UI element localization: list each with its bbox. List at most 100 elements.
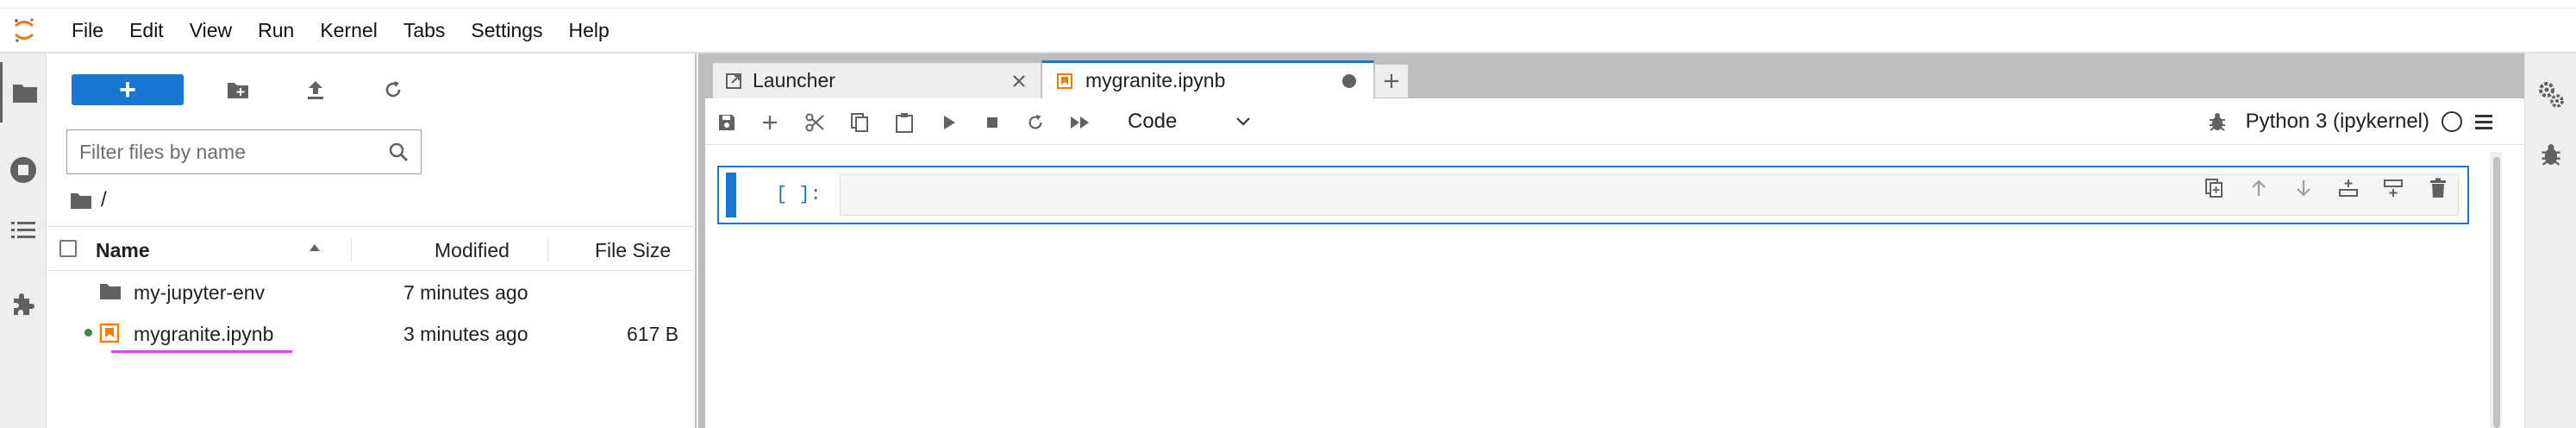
property-inspector-tab[interactable] [2525,64,2576,124]
code-cell[interactable]: [ ]: [717,166,2469,224]
tab-label: mygranite.ipynb [1085,69,1226,91]
file-browser-tab[interactable] [0,62,47,123]
notebook-icon [99,323,120,343]
insert-cell-above-button[interactable] [2326,173,2371,204]
jupyter-logo-icon [0,8,48,53]
restart-kernel-button[interactable] [1022,110,1048,135]
file-listing-header: Name Modified File Size [47,226,697,271]
scrollbar-thumb[interactable] [2493,157,2500,428]
new-tab-button[interactable] [1374,64,1409,98]
cell-collapser[interactable] [726,173,736,217]
refresh-button[interactable] [372,74,415,105]
tab-label: Launcher [753,69,835,91]
file-name: my-jupyter-env [134,281,266,304]
new-folder-button[interactable] [216,74,259,105]
duplicate-cell-button[interactable] [2191,173,2236,204]
column-divider [351,237,352,261]
menu-help[interactable]: Help [556,8,622,53]
save-icon [719,115,735,130]
copy-icon [851,113,868,132]
new-launcher-button[interactable]: + [72,73,184,106]
plus-icon [1385,74,1398,88]
menu-run[interactable]: Run [245,8,307,53]
restart-run-all-button[interactable] [1067,110,1093,135]
refresh-icon [385,81,401,98]
add-below-icon [2384,179,2403,197]
cell-type-value: Code [1128,110,1178,133]
running-indicator [84,329,92,337]
close-icon[interactable] [1011,73,1027,89]
move-cell-down-button[interactable] [2281,173,2326,204]
extension-manager-tab[interactable] [0,274,47,335]
file-modified: 7 minutes ago [403,281,528,304]
delete-cell-button[interactable] [2416,173,2460,204]
column-divider [547,237,548,261]
new-folder-icon [228,83,248,98]
column-header-name[interactable]: Name [96,239,150,262]
interrupt-kernel-button[interactable] [979,110,1005,135]
folder-icon[interactable] [70,191,92,210]
column-header-modified[interactable]: Modified [435,239,510,262]
tab-mygranite-notebook[interactable]: mygranite.ipynb [1041,60,1374,98]
cut-cell-button[interactable] [802,110,828,135]
kernel-status-area: Python 3 (ipykernel) [2208,110,2493,134]
cell-type-dropdown[interactable]: Code [1128,110,1251,134]
insert-cell-below-button[interactable] [2371,173,2416,204]
menu-settings[interactable]: Settings [458,8,555,53]
kernel-name[interactable]: Python 3 (ipykernel) [2246,110,2429,134]
move-cell-up-button[interactable] [2236,173,2281,204]
folder-icon [12,85,37,103]
save-button[interactable] [714,110,740,135]
duplicate-icon [2205,179,2223,198]
copy-cell-button[interactable] [847,110,872,135]
refresh-icon [1029,114,1042,129]
add-above-icon [2339,179,2358,197]
file-browser-toolbar: + [72,72,415,107]
notebook-icon [1057,72,1072,89]
menu-file[interactable]: File [59,8,116,53]
run-cell-button[interactable] [936,110,962,135]
launcher-icon [726,72,741,89]
sort-ascending-icon [309,244,320,251]
fast-forward-icon [1071,116,1089,129]
running-sessions-tab[interactable] [0,140,47,200]
breadcrumb-root[interactable]: / [101,188,107,212]
debugger-tab[interactable] [2525,124,2576,185]
column-header-file-size[interactable]: File Size [595,239,671,262]
kernel-idle-indicator-icon [2442,111,2462,132]
debugger-icon [2542,144,2560,166]
file-row-notebook[interactable]: mygranite.ipynb 3 minutes ago 617 B [47,312,697,354]
cut-icon [805,113,824,132]
table-of-contents-tab[interactable] [0,200,47,261]
debugger-icon[interactable] [2208,111,2227,132]
highlight-underline [111,350,292,353]
paste-cell-button[interactable] [891,110,917,135]
plus-icon [763,116,777,129]
tab-launcher[interactable]: Launcher [712,62,1041,98]
right-activity-bar [2524,54,2576,428]
insert-cell-button[interactable] [757,110,783,135]
file-name: mygranite.ipynb [134,323,274,345]
notebook-panel: Code Python 3 (ipykernel) [ ]: [705,98,2524,428]
chevron-down-icon [1236,117,1251,126]
stop-icon [987,117,997,128]
unsaved-indicator-icon[interactable] [1342,74,1356,88]
file-size: 617 B [627,323,679,345]
file-row-folder[interactable]: my-jupyter-env 7 minutes ago [47,271,697,312]
filter-files-field[interactable] [66,129,422,174]
upload-button[interactable] [294,74,337,105]
left-activity-bar [0,54,47,428]
select-all-checkbox[interactable] [59,240,77,257]
menu-edit[interactable]: Edit [116,8,177,53]
upload-icon [308,81,323,99]
filter-files-input[interactable] [79,140,388,164]
file-browser-panel: + / [47,54,697,428]
running-icon [10,157,36,183]
menu-tabs[interactable]: Tabs [391,8,459,53]
menu-view[interactable]: View [177,8,245,53]
folder-icon [100,284,121,299]
file-modified: 3 minutes ago [403,323,528,345]
play-icon [944,116,955,129]
menu-kernel[interactable]: Kernel [307,8,390,53]
menu-icon[interactable] [2474,113,2493,130]
